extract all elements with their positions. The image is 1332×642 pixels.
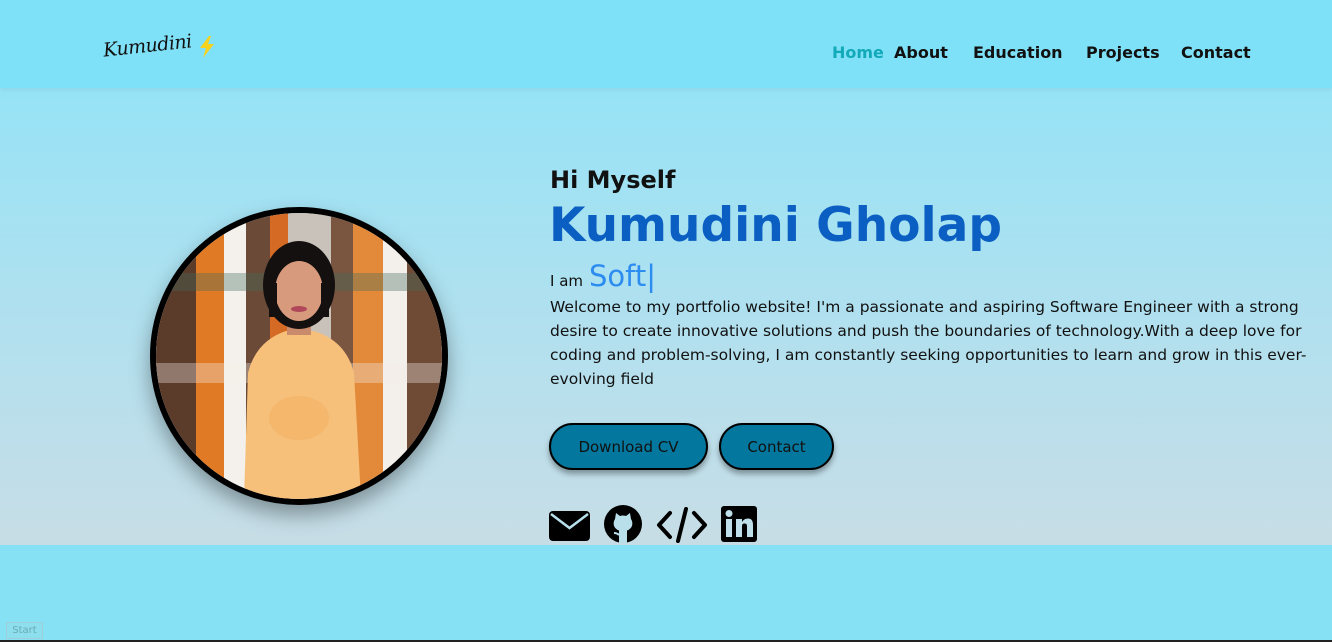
code-icon[interactable] [656,507,708,547]
nav-education-link[interactable]: Education [973,43,1063,62]
contact-button[interactable]: Contact [719,423,834,470]
hero-greeting: Hi Myself [550,166,676,194]
nav-projects-link[interactable]: Projects [1086,43,1160,62]
main-nav: Home About Education Projects Contact [0,43,1332,65]
nav-about-link[interactable]: About [894,43,948,62]
typing-cursor: | [646,259,657,293]
hero-description: Welcome to my portfolio website! I'm a p… [550,298,1307,388]
github-icon[interactable] [604,505,642,547]
profile-photo [150,207,448,505]
hero-section: Hi Myself Kumudini Gholap I am Soft | We… [0,88,1332,545]
role-typed-text: Soft [589,259,647,293]
hero-name: Kumudini Gholap [549,198,1002,253]
nav-home-link[interactable]: Home [832,43,884,62]
download-cv-button[interactable]: Download CV [549,423,708,470]
nav-contact-link[interactable]: Contact [1181,43,1251,62]
linkedin-icon[interactable] [721,506,757,546]
start-button[interactable]: Start [6,622,43,639]
role-prefix: I am [550,272,583,290]
envelope-icon[interactable] [549,511,590,545]
hero-role: I am Soft | [550,259,656,293]
site-header: Kumudini Home About Education Projects C… [0,0,1332,88]
